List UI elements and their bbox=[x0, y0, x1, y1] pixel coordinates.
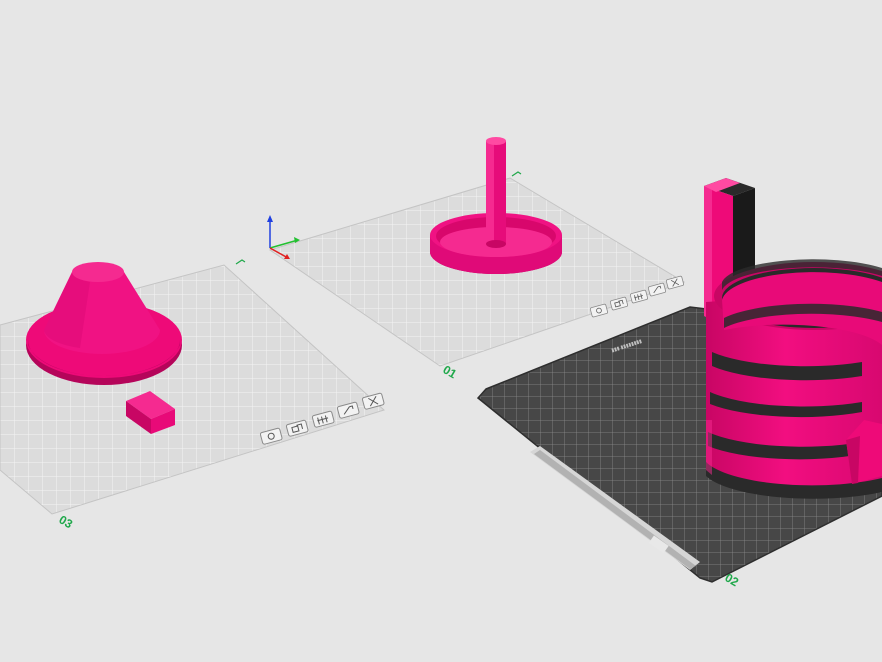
plate-01-corner-marker bbox=[511, 171, 522, 177]
cone-model[interactable] bbox=[26, 262, 182, 385]
plate-03[interactable]: 03 bbox=[0, 259, 385, 531]
striped-cylinder-model[interactable] bbox=[706, 259, 882, 499]
plate-03-corner-marker bbox=[235, 259, 246, 265]
3d-viewport[interactable]: 03 01 ▮▮▮ ▮▮▮▮▮▮▮▮ 02 bbox=[0, 0, 882, 662]
plate-03-number: 03 bbox=[57, 512, 76, 531]
